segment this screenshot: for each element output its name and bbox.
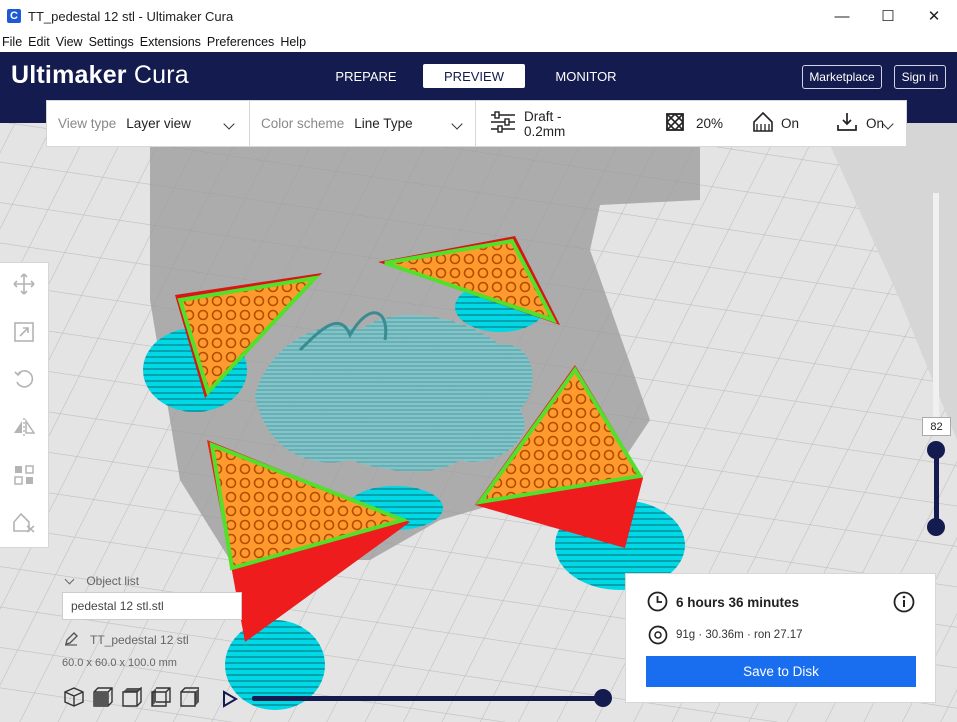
tab-prepare[interactable]: PREPARE (330, 64, 402, 88)
layer-slider-track[interactable] (933, 193, 939, 425)
left-view-icon[interactable] (151, 687, 171, 712)
settings-sliders-icon (490, 111, 516, 136)
print-information-panel: 6 hours 36 minutes 91g · 30.36m · ron 27… (625, 573, 936, 703)
adhesion-icon (837, 112, 857, 135)
print-settings-summary[interactable]: Draft - 0.2mm 20% On On (476, 101, 906, 146)
window-title: TT_pedestal 12 stl - Ultimaker Cura (28, 8, 234, 24)
menu-view[interactable]: View (54, 35, 87, 49)
object-dimensions: 60.0 x 60.0 x 100.0 mm (62, 657, 177, 669)
menu-extensions[interactable]: Extensions (138, 35, 205, 49)
view-type-label: View type (58, 116, 117, 131)
menu-preferences[interactable]: Preferences (205, 35, 278, 49)
layer-path-slider-track[interactable] (252, 696, 604, 701)
object-list-item[interactable]: pedestal 12 stl.stl (62, 592, 242, 620)
color-scheme-value: Line Type (354, 116, 413, 131)
object-list-label: Object list (86, 574, 140, 588)
layer-slider-lower-handle[interactable] (927, 518, 945, 536)
cura-app-icon: C (7, 9, 21, 23)
chevron-down-icon (451, 116, 463, 131)
camera-view-buttons (64, 686, 200, 712)
profile-value: Draft - 0.2mm (524, 108, 566, 139)
right-view-icon[interactable] (180, 687, 200, 712)
front-view-icon[interactable] (93, 687, 113, 712)
infill-icon (666, 113, 684, 134)
current-layer-field[interactable]: 82 (922, 417, 951, 436)
layer-path-slider-handle[interactable] (594, 689, 612, 707)
chevron-down-icon (64, 574, 75, 585)
object-list-header[interactable]: Object list (62, 574, 139, 588)
close-button[interactable]: ✕ (911, 0, 957, 32)
scale-icon[interactable] (12, 320, 36, 344)
support-icon (753, 111, 773, 135)
move-icon[interactable] (12, 272, 36, 296)
pencil-icon[interactable] (64, 632, 78, 651)
support-value: On (780, 116, 799, 131)
color-scheme-dropdown[interactable]: Color scheme Line Type (250, 101, 475, 146)
marketplace-button[interactable]: Marketplace (802, 65, 882, 89)
info-icon[interactable] (893, 591, 915, 618)
menu-bar: File Edit View Settings Extensions Prefe… (0, 32, 957, 52)
chevron-down-icon (882, 116, 894, 131)
menu-settings[interactable]: Settings (87, 35, 138, 49)
layer-slider-range[interactable] (934, 450, 939, 528)
rotate-icon[interactable] (12, 367, 36, 391)
spool-icon (648, 625, 668, 650)
tool-panel (0, 262, 49, 548)
tab-monitor[interactable]: MONITOR (548, 64, 624, 88)
material-usage: 91g · 30.36m · ron 27.17 (676, 629, 803, 641)
minimize-button[interactable]: — (819, 0, 865, 32)
view-type-value: Layer view (126, 116, 191, 131)
job-name: TT_pedestal 12 stl (90, 633, 189, 647)
view-toolbar: View type Layer view Color scheme Line T… (46, 100, 907, 147)
3d-view-icon[interactable] (64, 687, 84, 712)
ultimaker-cura-logo: Ultimaker Cura (11, 61, 189, 89)
support-blocker-icon[interactable] (12, 511, 36, 535)
play-icon[interactable] (222, 690, 238, 713)
color-scheme-label: Color scheme (261, 116, 345, 131)
menu-help[interactable]: Help (278, 35, 310, 49)
top-view-icon[interactable] (122, 686, 142, 712)
mirror-icon[interactable] (12, 415, 36, 439)
tab-preview[interactable]: PREVIEW (423, 64, 525, 88)
sign-in-button[interactable]: Sign in (894, 65, 946, 89)
layer-slider-upper-handle[interactable] (927, 441, 945, 459)
infill-value: 20% (695, 116, 723, 131)
save-to-disk-button[interactable]: Save to Disk (646, 656, 916, 687)
menu-file[interactable]: File (0, 35, 26, 49)
print-time: 6 hours 36 minutes (676, 595, 800, 610)
window-titlebar: C TT_pedestal 12 stl - Ultimaker Cura — … (0, 0, 957, 32)
clock-icon (647, 591, 668, 617)
menu-edit[interactable]: Edit (26, 35, 54, 49)
chevron-down-icon (223, 116, 235, 131)
maximize-button[interactable]: ☐ (865, 0, 911, 32)
view-type-dropdown[interactable]: View type Layer view (47, 101, 249, 146)
per-model-settings-icon[interactable] (12, 463, 36, 487)
